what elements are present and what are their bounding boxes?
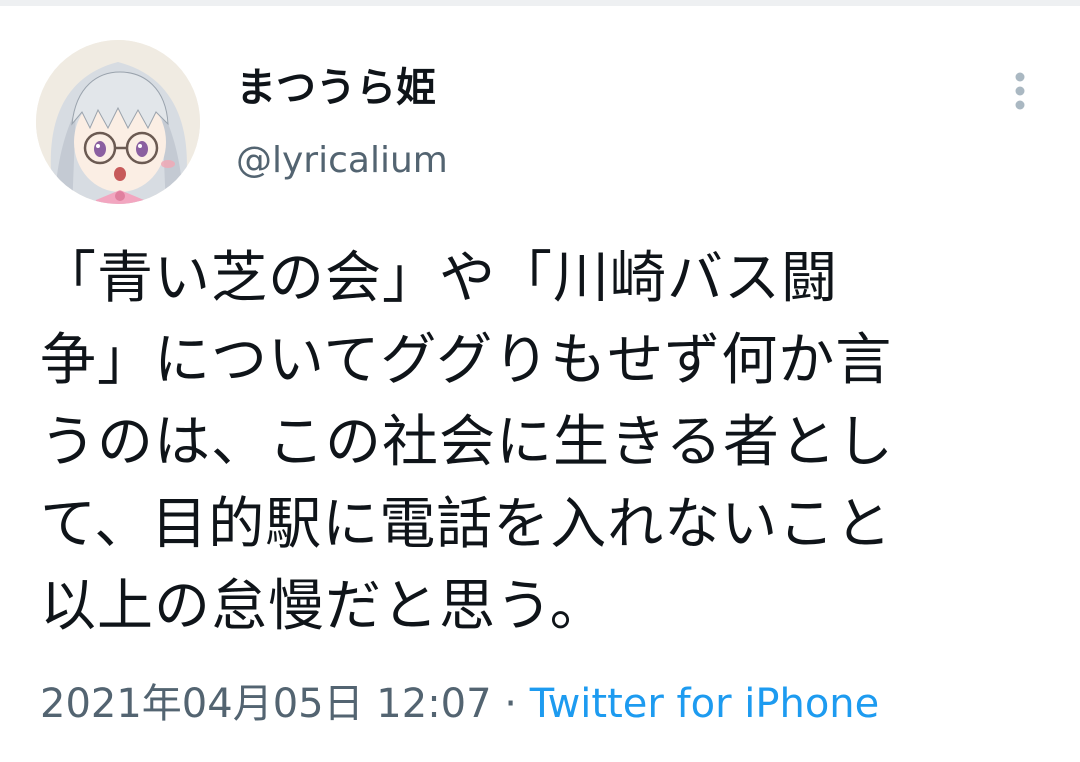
tweet-text: 「青い芝の会」や「川崎バス闘 争」についてググりもせず何か言 うのは、この社会に… [40,238,1040,648]
top-divider [0,0,1080,6]
avatar-illustration-icon [36,40,200,204]
tweet-source-link[interactable]: Twitter for iPhone [530,681,880,727]
user-handle[interactable]: @lyricalium [236,138,448,184]
display-name[interactable]: まつうら姫 [236,62,436,114]
meta-separator: · [491,681,530,727]
tweet-meta: 2021年04月05日 12:07 · Twitter for iPhone [40,678,879,730]
tweet-timestamp[interactable]: 2021年04月05日 12:07 [40,681,492,727]
user-avatar[interactable] [36,40,200,204]
vertical-ellipsis-icon [1015,72,1025,110]
more-options-button[interactable] [998,68,1042,114]
tweet-text-line: 以上の怠慢だと思う。 [40,574,607,639]
tweet-text-line: うのは、この社会に生きる者とし [40,410,894,475]
tweet-text-line: 「青い芝の会」や「川崎バス闘 [40,246,838,311]
tweet-text-line: 争」についてググりもせず何か言 [40,328,893,393]
tweet-text-line: て、目的駅に電話を入れないこと [40,492,893,557]
